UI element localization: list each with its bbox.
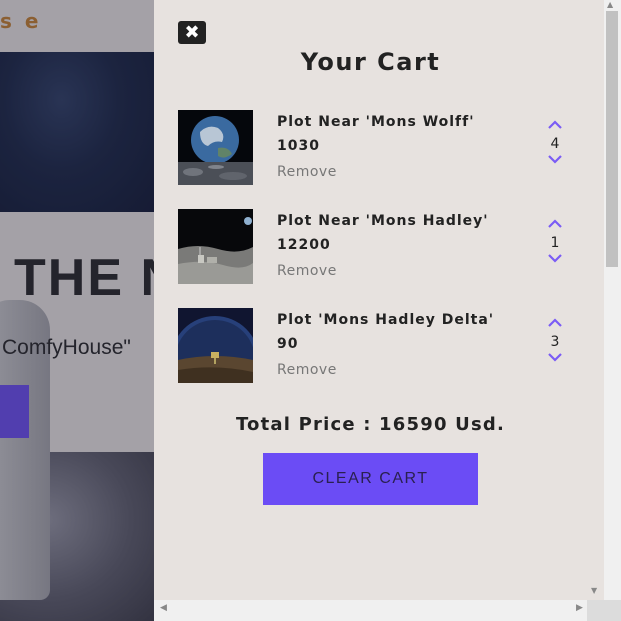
chevron-down-icon[interactable] bbox=[542, 253, 568, 267]
item-price: 1030 bbox=[277, 138, 320, 154]
scroll-left-arrow-icon[interactable]: ◀ bbox=[160, 603, 167, 613]
quantity-stepper: 1 bbox=[542, 219, 568, 275]
chevron-down-icon[interactable] bbox=[542, 154, 568, 168]
quantity-value: 3 bbox=[550, 334, 560, 350]
vertical-scrollbar-thumb[interactable] bbox=[606, 11, 618, 267]
item-name: Plot Near 'Mons Wolff' bbox=[277, 114, 475, 130]
scroll-up-arrow-icon[interactable]: ▲ bbox=[607, 0, 613, 9]
horizontal-scrollbar[interactable] bbox=[154, 600, 587, 621]
chevron-up-icon[interactable] bbox=[542, 219, 568, 233]
quantity-value: 4 bbox=[550, 136, 560, 152]
quantity-value: 1 bbox=[550, 235, 560, 251]
scroll-right-arrow-icon[interactable]: ▶ bbox=[576, 603, 583, 613]
item-name: Plot Near 'Mons Hadley' bbox=[277, 213, 489, 229]
scrollbar-corner bbox=[587, 600, 621, 621]
chevron-up-icon[interactable] bbox=[542, 318, 568, 332]
product-image-moon-base bbox=[178, 209, 253, 284]
item-name: Plot 'Mons Hadley Delta' bbox=[277, 312, 495, 328]
cart-title: Your Cart bbox=[300, 48, 441, 76]
remove-item-link[interactable]: Remove bbox=[277, 164, 337, 180]
cart-item: Plot Near 'Mons Wolff' 1030 Remove 4 bbox=[178, 110, 568, 186]
cart-panel: ✖ Your Cart Plot Near 'Mons Wolff' 1030 … bbox=[154, 0, 587, 600]
item-price: 90 bbox=[277, 336, 299, 352]
cart-total: Total Price : 16590 Usd. bbox=[235, 414, 506, 435]
close-cart-button[interactable]: ✖ bbox=[178, 21, 206, 44]
cart-item: Plot Near 'Mons Hadley' 12200 Remove 1 bbox=[178, 209, 568, 285]
product-image-earth-rise bbox=[178, 110, 253, 185]
chevron-up-icon[interactable] bbox=[542, 120, 568, 134]
remove-item-link[interactable]: Remove bbox=[277, 362, 337, 378]
chevron-down-icon[interactable] bbox=[542, 352, 568, 366]
quantity-stepper: 4 bbox=[542, 120, 568, 176]
close-icon: ✖ bbox=[184, 22, 200, 43]
background-page: s e THE N ComfyHouse" bbox=[0, 0, 154, 621]
clear-cart-button[interactable]: CLEAR CART bbox=[263, 453, 478, 505]
scroll-down-arrow-icon[interactable]: ▼ bbox=[591, 586, 597, 595]
product-image-planet-rover bbox=[178, 308, 253, 383]
overlay-dim[interactable] bbox=[0, 0, 154, 621]
remove-item-link[interactable]: Remove bbox=[277, 263, 337, 279]
quantity-stepper: 3 bbox=[542, 318, 568, 374]
cart-item: Plot 'Mons Hadley Delta' 90 Remove 3 bbox=[178, 308, 568, 384]
item-price: 12200 bbox=[277, 237, 331, 253]
